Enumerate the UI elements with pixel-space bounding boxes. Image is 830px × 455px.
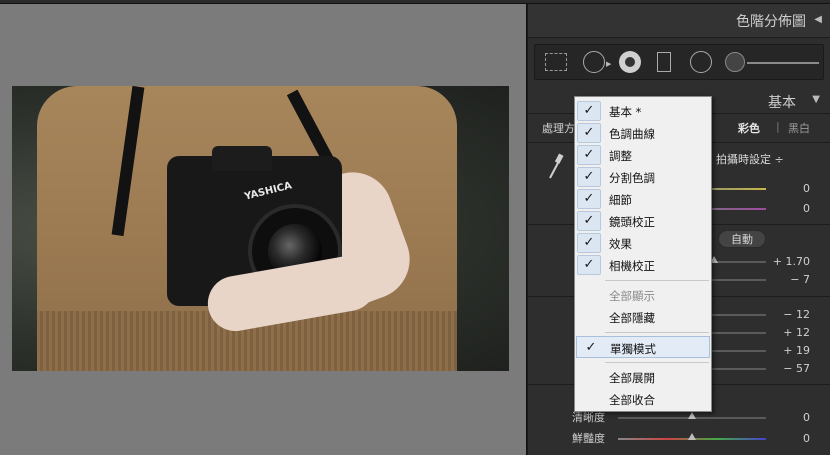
check-icon: ✓ — [585, 340, 597, 355]
menu-item-basic[interactable]: ✓ 基本 * — [575, 100, 711, 122]
treatment-label: 處理方 — [542, 122, 575, 135]
menu-item-label: 分割色調 — [609, 171, 655, 185]
menu-item-label: 色調曲線 — [609, 127, 655, 141]
expand-down-icon[interactable]: ▼ — [812, 94, 820, 105]
menu-item-split-toning[interactable]: ✓ 分割色調 — [575, 166, 711, 188]
graduated-filter-icon[interactable] — [657, 52, 671, 72]
menu-separator — [605, 362, 709, 363]
treatment-bw-button[interactable]: 黑白 — [788, 120, 810, 136]
check-icon: ✓ — [577, 233, 601, 253]
menu-item-collapse-all[interactable]: 全部收合 — [575, 388, 711, 410]
menu-item-adjust[interactable]: ✓ 調整 — [575, 144, 711, 166]
check-icon: ✓ — [577, 255, 601, 275]
auto-tone-button[interactable]: 自動 — [718, 230, 766, 248]
menu-item-label: 全部顯示 — [609, 289, 655, 303]
exposure-value[interactable]: + 1.70 — [773, 255, 810, 268]
menu-item-expand-all[interactable]: 全部展開 — [575, 366, 711, 388]
temp-value[interactable]: 0 — [803, 182, 810, 195]
menu-item-label: 基本 * — [609, 105, 642, 119]
image-canvas[interactable]: YASHICA — [0, 4, 527, 455]
menu-item-label: 效果 — [609, 237, 632, 251]
spot-removal-icon[interactable] — [583, 51, 605, 73]
tool-strip: ▶ — [534, 44, 824, 80]
shadows-value[interactable]: + 12 — [783, 326, 810, 339]
blacks-value[interactable]: − 57 — [783, 362, 810, 375]
basic-section-title: 基本 — [768, 95, 796, 111]
menu-item-label: 全部收合 — [609, 393, 655, 407]
menu-item-label: 相機校正 — [609, 259, 655, 273]
brush-slider-track[interactable] — [747, 62, 819, 64]
contrast-value[interactable]: − 7 — [790, 273, 810, 286]
menu-item-label: 全部展開 — [609, 371, 655, 385]
check-icon: ✓ — [577, 101, 601, 121]
red-eye-icon[interactable] — [619, 51, 641, 73]
white-balance-select[interactable]: 拍攝時設定 ÷ — [716, 151, 784, 167]
check-icon: ✓ — [577, 123, 601, 143]
histogram-header[interactable]: 色階分佈圖 ◀ — [528, 4, 830, 38]
eyedropper-icon[interactable] — [546, 152, 564, 180]
menu-item-label: 全部隱藏 — [609, 311, 655, 325]
treatment-separator: | — [776, 120, 780, 133]
vibrance-value[interactable]: 0 — [803, 432, 810, 445]
menu-item-label: 細節 — [609, 193, 632, 207]
menu-item-tone-curve[interactable]: ✓ 色調曲線 — [575, 122, 711, 144]
highlights-value[interactable]: − 12 — [783, 308, 810, 321]
menu-item-label: 鏡頭校正 — [609, 215, 655, 229]
menu-item-camera-calibration[interactable]: ✓ 相機校正 — [575, 254, 711, 276]
clarity-value[interactable]: 0 — [803, 411, 810, 424]
adjustment-brush-icon[interactable] — [725, 52, 745, 72]
check-icon: ✓ — [577, 145, 601, 165]
check-icon: ✓ — [577, 167, 601, 187]
clarity-slider-thumb[interactable] — [688, 412, 696, 419]
photo-preview: YASHICA — [12, 86, 509, 371]
menu-item-label: 單獨模式 — [610, 342, 656, 356]
radial-filter-icon[interactable] — [690, 51, 712, 73]
menu-item-hide-all[interactable]: 全部隱藏 — [575, 306, 711, 328]
collapse-left-icon[interactable]: ◀ — [814, 14, 822, 25]
vibrance-slider-thumb[interactable] — [688, 433, 696, 440]
menu-item-label: 調整 — [609, 149, 632, 163]
menu-separator — [605, 332, 709, 333]
menu-separator — [605, 280, 709, 281]
vibrance-label: 鮮豔度 — [572, 432, 605, 445]
check-icon: ✓ — [577, 211, 601, 231]
menu-item-effects[interactable]: ✓ 效果 — [575, 232, 711, 254]
menu-item-show-all: 全部顯示 — [575, 284, 711, 306]
menu-item-solo-mode[interactable]: ✓ 單獨模式 — [576, 336, 710, 358]
menu-item-detail[interactable]: ✓ 細節 — [575, 188, 711, 210]
panel-context-menu: ✓ 基本 * ✓ 色調曲線 ✓ 調整 ✓ 分割色調 ✓ 細節 ✓ 鏡頭校正 ✓ … — [574, 96, 712, 412]
crop-tool-icon[interactable] — [545, 53, 567, 71]
camera-prism — [212, 146, 272, 171]
whites-value[interactable]: + 19 — [783, 344, 810, 357]
histogram-title: 色階分佈圖 — [736, 14, 806, 30]
tint-value[interactable]: 0 — [803, 202, 810, 215]
check-icon: ✓ — [577, 189, 601, 209]
treatment-color-button[interactable]: 彩色 — [738, 120, 760, 136]
menu-item-lens-corrections[interactable]: ✓ 鏡頭校正 — [575, 210, 711, 232]
spot-arrow-icon: ▶ — [606, 60, 612, 68]
